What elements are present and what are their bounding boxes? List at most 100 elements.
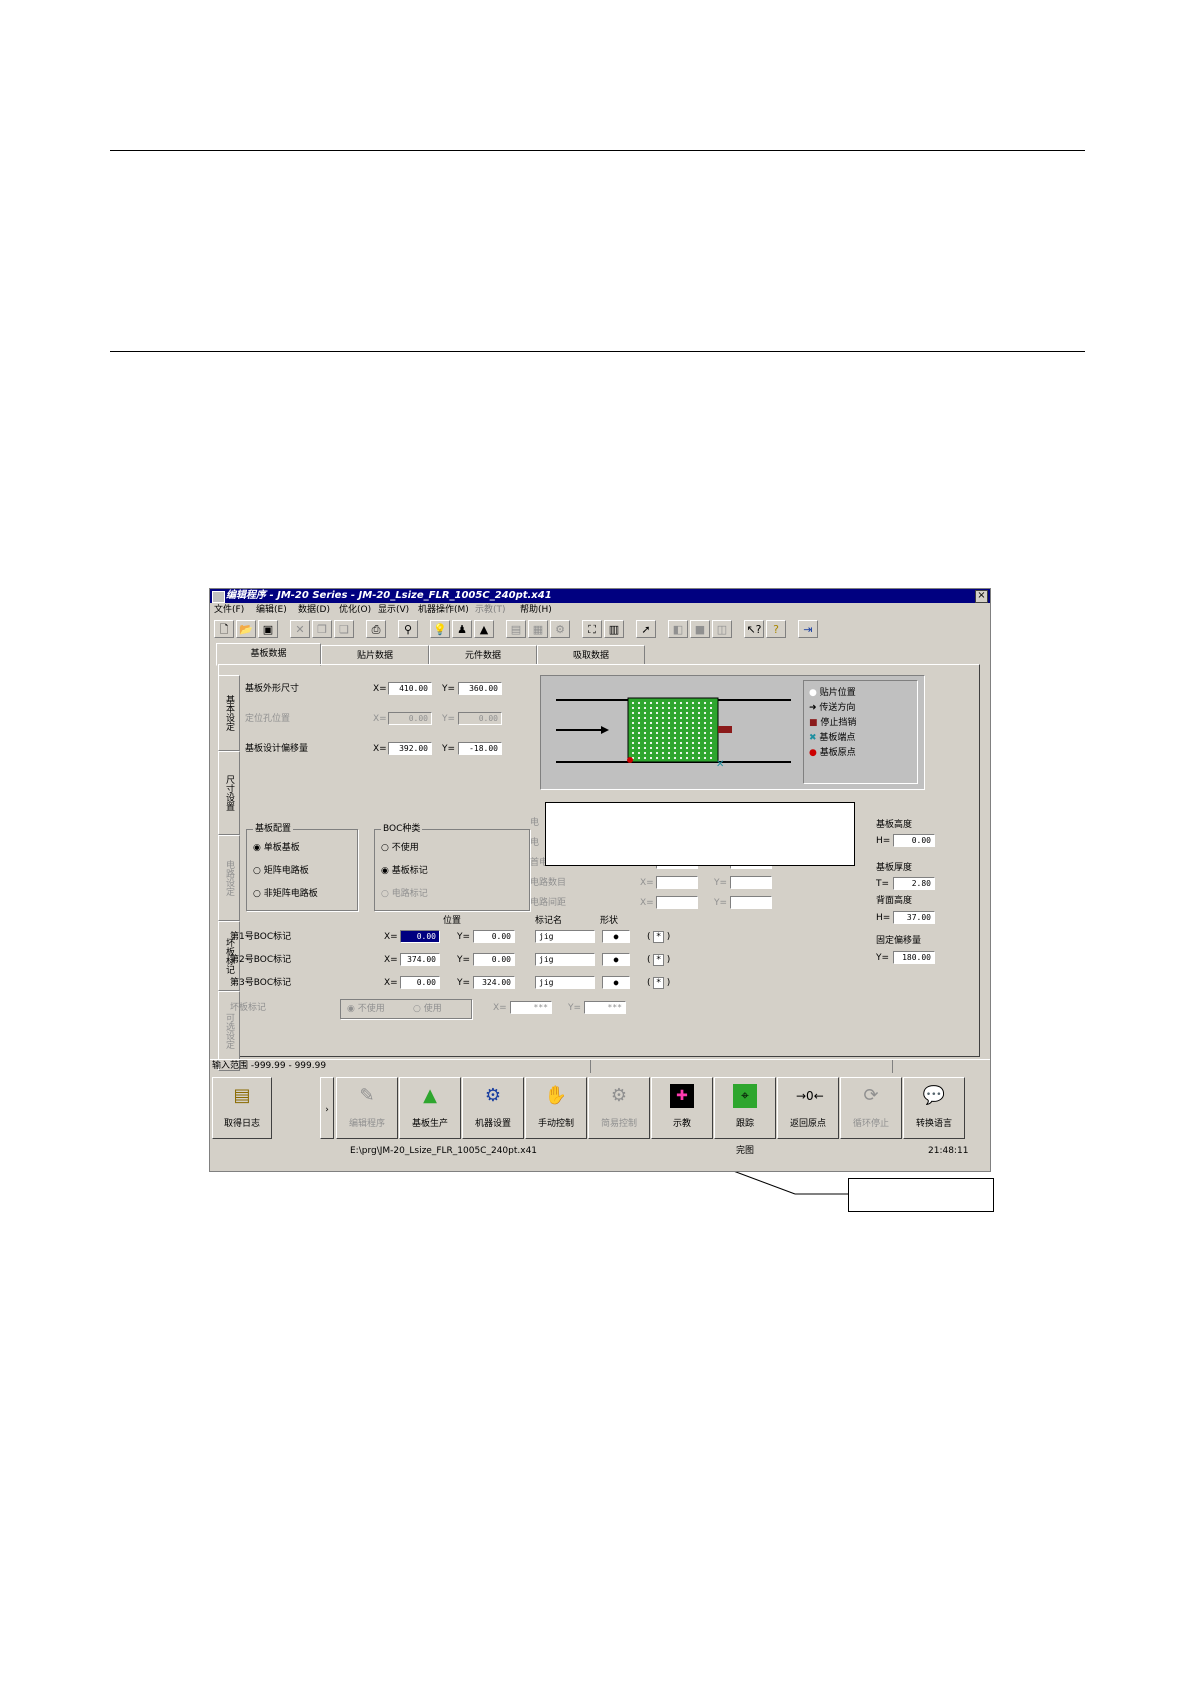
save-icon[interactable]: ▣ (258, 620, 278, 638)
boc2-x-input[interactable]: 374.00 (400, 953, 440, 966)
simple-control-button[interactable]: ⚙ 简易控制 (588, 1077, 650, 1139)
return-origin-button[interactable]: →0← 返回原点 (777, 1077, 839, 1139)
boc3-x-input[interactable]: 0.00 (400, 976, 440, 989)
menu-edit[interactable]: 编辑(E) (256, 603, 287, 617)
tab-pickup-data[interactable]: 吸取数据 (537, 645, 645, 665)
board-thickness-input[interactable]: 2.80 (893, 877, 935, 890)
gear-icon[interactable]: ⚙ (550, 620, 570, 638)
radio-boc-none[interactable]: ○ 不使用 (381, 842, 419, 854)
offset-x-input[interactable]: 392.00 (388, 742, 432, 755)
menu-teach[interactable]: 示教(T) (475, 603, 506, 617)
outline-y-input[interactable]: 360.00 (458, 682, 502, 695)
menu-optimize[interactable]: 优化(O) (339, 603, 371, 617)
radio-single-board[interactable]: ◉ 单板基板 (253, 842, 300, 854)
circuit-count-y[interactable] (730, 876, 772, 889)
boc1-name-input[interactable]: jig (535, 930, 595, 943)
radio-matrix-board[interactable]: ○ 矩阵电路板 (253, 865, 309, 877)
column-icon[interactable]: ▥ (604, 620, 624, 638)
placement-dot (661, 741, 665, 745)
fit-icon[interactable]: ⛶ (582, 620, 602, 638)
help-icon[interactable]: ? (766, 620, 786, 638)
block-icon[interactable]: ◧ (668, 620, 688, 638)
origin-icon: ● (809, 748, 817, 758)
boc2-y-input[interactable]: 0.00 (473, 953, 515, 966)
find-icon[interactable]: ⚲ (398, 620, 418, 638)
language-icon: 💬 (922, 1085, 946, 1106)
grid-icon[interactable]: ▦ (528, 620, 548, 638)
expand-button[interactable]: › (320, 1077, 334, 1139)
side-tab-basic[interactable]: 基本设定 (218, 675, 240, 751)
board-production-button[interactable]: ▲ 基板生产 (399, 1077, 461, 1139)
boc1-shape-select[interactable]: ● (602, 930, 630, 943)
paste-icon[interactable]: ❏ (334, 620, 354, 638)
new-file-icon[interactable]: 🗋 (214, 620, 234, 638)
placement-dot (691, 736, 695, 740)
circuit-count-x[interactable] (656, 876, 698, 889)
boc3-y-input[interactable]: 324.00 (473, 976, 515, 989)
teach-button[interactable]: ✚ 示教 (651, 1077, 713, 1139)
get-log-button[interactable]: ▤ 取得日志 (212, 1077, 272, 1139)
bulb-icon[interactable]: 💡 (430, 620, 450, 638)
boc1-x-input[interactable]: 0.00 (400, 930, 440, 943)
bad-mark-x-input[interactable]: *** (510, 1001, 552, 1014)
pointer-icon[interactable]: ➚ (636, 620, 656, 638)
layers-icon[interactable]: ◫ (712, 620, 732, 638)
switch-language-button[interactable]: 💬 转换语言 (903, 1077, 965, 1139)
edit-program-button[interactable]: ✎ 编辑程序 (336, 1077, 398, 1139)
manual-control-button[interactable]: ✋ 手动控制 (525, 1077, 587, 1139)
circuit-pitch-y[interactable] (730, 896, 772, 909)
trace-button[interactable]: ⌖ 跟踪 (714, 1077, 776, 1139)
hole-y-input[interactable]: 0.00 (458, 712, 502, 725)
back-height-input[interactable]: 37.00 (893, 911, 935, 924)
boc2-name-input[interactable]: jig (535, 953, 595, 966)
board-height-input[interactable]: 0.00 (893, 834, 935, 847)
side-tab-size[interactable]: 尺寸设置 (218, 751, 240, 835)
exit-icon[interactable]: ⇥ (798, 620, 818, 638)
placement-dot (685, 746, 689, 750)
fixed-offset-input[interactable]: 180.00 (893, 951, 935, 964)
close-button[interactable]: × (975, 590, 988, 603)
shapes-icon[interactable]: ▲ (474, 620, 494, 638)
tab-board-data[interactable]: 基板数据 (216, 643, 321, 666)
boc1-flag[interactable]: ( * ) (647, 931, 670, 943)
placement-dot (655, 751, 659, 755)
open-folder-icon[interactable]: 📂 (236, 620, 256, 638)
machine-settings-button[interactable]: ⚙ 机器设置 (462, 1077, 524, 1139)
offset-y-input[interactable]: -18.00 (458, 742, 502, 755)
menu-view[interactable]: 显示(V) (378, 603, 409, 617)
radio-bad-mark-on[interactable]: ○ 使用 (413, 1003, 442, 1015)
radio-nonmatrix-board[interactable]: ○ 非矩阵电路板 (253, 888, 318, 900)
radio-boc-circuit[interactable]: ○ 电路标记 (381, 888, 428, 900)
radio-bad-mark-off[interactable]: ◉ 不使用 (347, 1003, 385, 1015)
stop-icon[interactable]: ■ (690, 620, 710, 638)
tab-component-data[interactable]: 元件数据 (429, 645, 537, 665)
outline-x-input[interactable]: 410.00 (388, 682, 432, 695)
menu-help[interactable]: 帮助(H) (520, 603, 552, 617)
radio-boc-board[interactable]: ◉ 基板标记 (381, 865, 428, 877)
cycle-stop-button[interactable]: ⟳ 循环停止 (840, 1077, 902, 1139)
boc3-flag[interactable]: ( * ) (647, 977, 670, 989)
placement-dot (691, 746, 695, 750)
placement-dot (709, 731, 713, 735)
placement-dot (679, 716, 683, 720)
menu-file[interactable]: 文件(F) (214, 603, 244, 617)
circuit-pitch-x[interactable] (656, 896, 698, 909)
boc3-shape-select[interactable]: ● (602, 976, 630, 989)
boc2-flag[interactable]: ( * ) (647, 954, 670, 966)
boc1-y-input[interactable]: 0.00 (473, 930, 515, 943)
boc2-shape-select[interactable]: ● (602, 953, 630, 966)
boc3-label: 第3号BOC标记 (230, 978, 292, 988)
menu-data[interactable]: 数据(D) (298, 603, 330, 617)
copy-icon[interactable]: ❐ (312, 620, 332, 638)
cut-icon[interactable]: ✕ (290, 620, 310, 638)
hole-x-input[interactable]: 0.00 (388, 712, 432, 725)
bad-mark-y-input[interactable]: *** (584, 1001, 626, 1014)
robot-icon[interactable]: ♟ (452, 620, 472, 638)
machine-icon[interactable]: ▤ (506, 620, 526, 638)
menu-machine[interactable]: 机器操作(M) (418, 603, 469, 617)
print-icon[interactable]: ⎙ (366, 620, 386, 638)
tab-placement-data[interactable]: 贴片数据 (321, 645, 429, 665)
context-help-icon[interactable]: ↖? (744, 620, 764, 638)
boc3-name-input[interactable]: jig (535, 976, 595, 989)
side-tab-circuit[interactable]: 电路设定 (218, 835, 240, 921)
